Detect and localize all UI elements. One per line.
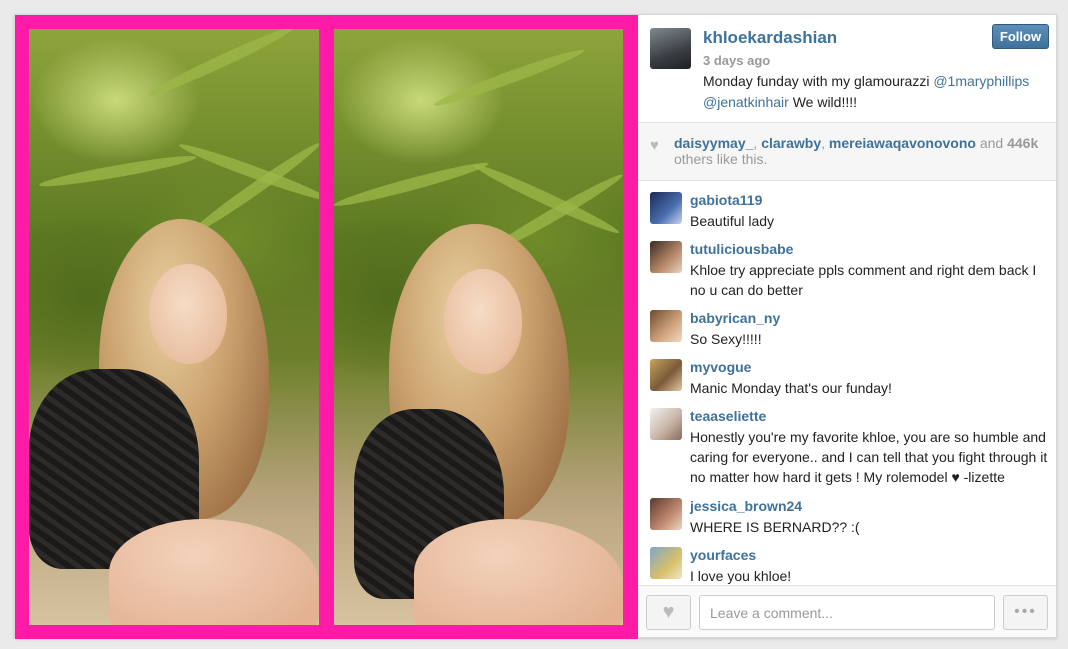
comment-username[interactable]: teaaseliette (690, 408, 766, 424)
post-card: khloekardashian 3 days ago Monday funday… (14, 14, 1057, 639)
mention-link[interactable]: @jenatkinhair (703, 94, 789, 110)
commenter-avatar[interactable] (650, 192, 682, 224)
comment-text: Honestly you're my favorite khloe, you a… (690, 429, 1048, 485)
comment-username[interactable]: yourfaces (690, 547, 756, 563)
comment-text: Beautiful lady (690, 213, 775, 229)
liker-link[interactable]: mereiawaqavonovono (829, 135, 976, 151)
caption-text: Monday funday with my glamourazzi (703, 73, 934, 89)
likes-and: and (975, 135, 1008, 151)
more-options-button[interactable]: ••• (1003, 595, 1048, 630)
photo-panel-right (334, 29, 623, 625)
comment-text: Manic Monday that's our funday! (690, 380, 892, 396)
likes-section: ♥ daisyymay_, clarawby, mereiawaqavonovo… (638, 123, 1056, 181)
post-photo[interactable] (15, 15, 638, 639)
comment-text: Khloe try appreciate ppls comment and ri… (690, 262, 1037, 298)
comment-item: jessica_brown24 WHERE IS BERNARD?? :( (638, 487, 1056, 536)
comment-text: WHERE IS BERNARD?? :( (690, 519, 860, 535)
comment-username[interactable]: gabiota119 (690, 192, 762, 208)
photo-panel-left (29, 29, 319, 625)
comment-username[interactable]: jessica_brown24 (690, 498, 802, 514)
likes-suffix: others like this. (674, 151, 768, 167)
likes-text: daisyymay_, clarawby, mereiawaqavonovono… (674, 135, 1044, 167)
commenter-avatar[interactable] (650, 498, 682, 530)
post-timestamp[interactable]: 3 days ago (703, 53, 770, 68)
comment-username[interactable]: myvogue (690, 359, 751, 375)
face (149, 264, 227, 364)
caption-end: We wild!!!! (788, 94, 858, 110)
comment-input[interactable] (699, 595, 995, 630)
comment-item: myvogue Manic Monday that's our funday! (638, 348, 1056, 397)
likes-count[interactable]: 446k (1007, 135, 1038, 151)
comment-item: babyrican_ny So Sexy!!!!! (638, 299, 1056, 348)
comment-footer: ♥ ••• (638, 585, 1056, 637)
like-button[interactable]: ♥ (646, 595, 691, 630)
commenter-avatar[interactable] (650, 547, 682, 579)
comment-username[interactable]: babyrican_ny (690, 310, 780, 326)
author-username[interactable]: khloekardashian (703, 28, 837, 48)
heart-icon: ♥ (662, 601, 675, 623)
comment-username[interactable]: tutuliciousbabe (690, 241, 793, 257)
mention-link[interactable]: @1maryphillips (933, 73, 1029, 89)
likes-separator: , (821, 135, 829, 151)
author-avatar[interactable] (650, 28, 691, 69)
comment-item: teaaseliette Honestly you're my favorite… (638, 397, 1056, 487)
comment-text: So Sexy!!!!! (690, 331, 762, 347)
liker-link[interactable]: clarawby (761, 135, 821, 151)
follow-button[interactable]: Follow (992, 24, 1049, 49)
post-header: khloekardashian 3 days ago Monday funday… (638, 15, 1056, 123)
comment-item: yourfaces I love you khloe! (638, 536, 1056, 585)
face (444, 269, 522, 374)
commenter-avatar[interactable] (650, 310, 682, 342)
commenter-avatar[interactable] (650, 408, 682, 440)
commenter-avatar[interactable] (650, 359, 682, 391)
post-details-panel: khloekardashian 3 days ago Monday funday… (638, 15, 1056, 637)
comments-list[interactable]: gabiota119 Beautiful lady tutuliciousbab… (638, 181, 1056, 585)
comment-item: tutuliciousbabe Khloe try appreciate ppl… (638, 230, 1056, 299)
liker-link[interactable]: daisyymay_ (674, 135, 753, 151)
heart-icon: ♥ (650, 137, 659, 154)
post-caption: Monday funday with my glamourazzi @1mary… (703, 71, 1043, 113)
comment-item: gabiota119 Beautiful lady (638, 181, 1056, 230)
commenter-avatar[interactable] (650, 241, 682, 273)
comment-text: I love you khloe! (690, 568, 792, 584)
